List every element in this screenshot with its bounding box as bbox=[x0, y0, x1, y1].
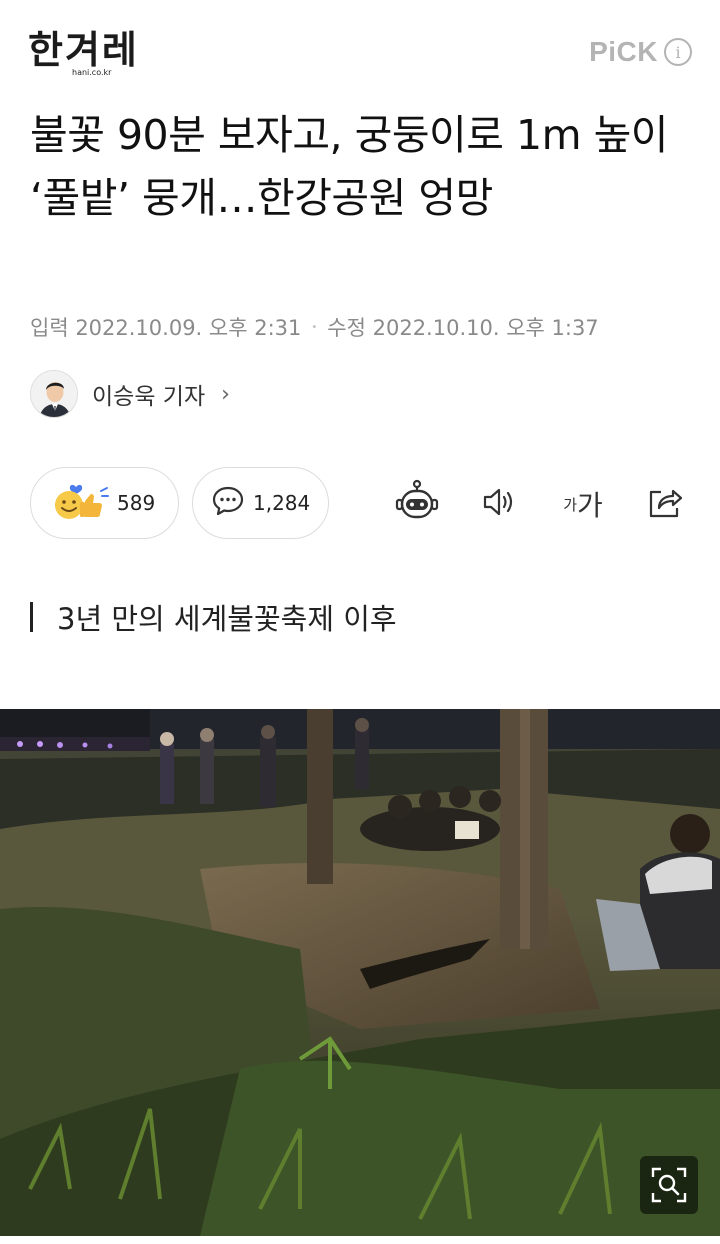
author-byline[interactable]: 이승욱 기자 › bbox=[30, 370, 230, 418]
reaction-count: 589 bbox=[117, 491, 156, 515]
article-subheading: 3년 만의 세계불꽃축제 이후 bbox=[30, 596, 397, 638]
audio-button[interactable] bbox=[476, 481, 522, 527]
action-bar: 589 1,284 가 가 bbox=[30, 467, 690, 539]
article-title: 불꽃 90분 보자고, 궁둥이로 1m 높이 ‘풀밭’ 뭉개…한강공원 엉망 bbox=[30, 111, 669, 222]
hankyoreh-logo[interactable]: 한겨레 hani.co.kr bbox=[28, 28, 139, 77]
published-date: 입력 2022.10.09. 오후 2:31 bbox=[30, 316, 302, 340]
zoom-magnifier-icon bbox=[649, 1165, 689, 1205]
speech-bubble-icon bbox=[211, 484, 245, 522]
font-size-large-glyph: 가 bbox=[577, 489, 603, 522]
author-name[interactable]: 이승욱 기자 bbox=[92, 377, 205, 411]
logo-wordmark: 한겨레 bbox=[28, 28, 139, 72]
comment-button[interactable]: 1,284 bbox=[192, 467, 329, 539]
article-photo[interactable] bbox=[0, 709, 720, 1236]
date-separator: • bbox=[311, 321, 318, 333]
comment-count: 1,284 bbox=[253, 491, 311, 515]
avatar bbox=[30, 370, 78, 418]
pick-label: PiCK bbox=[589, 36, 658, 67]
pick-badge[interactable]: PiCK i bbox=[589, 36, 692, 68]
article-dates: 입력 2022.10.09. 오후 2:31 • 수정 2022.10.10. … bbox=[30, 312, 599, 342]
info-icon[interactable]: i bbox=[664, 38, 692, 66]
logo-domain: hani.co.kr bbox=[72, 68, 112, 77]
smiley-thumbs-up-icon bbox=[49, 481, 109, 525]
chevron-right-icon: › bbox=[221, 381, 230, 407]
subheading-bar bbox=[30, 602, 33, 632]
font-size-small-glyph: 가 bbox=[563, 495, 578, 514]
reaction-button[interactable]: 589 bbox=[30, 467, 179, 539]
font-size-button[interactable]: 가가 bbox=[558, 481, 608, 527]
robot-summary-button[interactable] bbox=[394, 479, 440, 529]
share-icon bbox=[645, 482, 685, 526]
top-header: 한겨레 hani.co.kr PiCK i bbox=[0, 0, 720, 96]
speaker-icon bbox=[479, 482, 519, 526]
subheading-text: 3년 만의 세계불꽃축제 이후 bbox=[57, 602, 397, 636]
share-button[interactable] bbox=[642, 481, 688, 527]
modified-date: 수정 2022.10.10. 오후 1:37 bbox=[327, 316, 599, 340]
zoom-button[interactable] bbox=[640, 1156, 698, 1214]
robot-summary-icon bbox=[394, 479, 440, 529]
